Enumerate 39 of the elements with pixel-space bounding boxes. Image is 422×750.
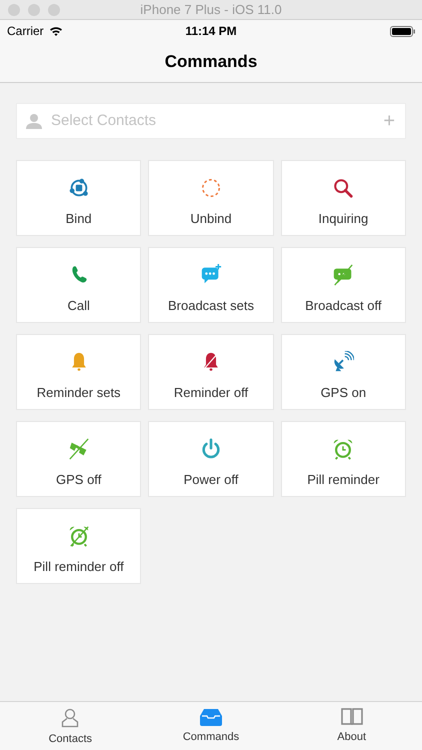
status-time: 11:14 PM bbox=[185, 23, 237, 40]
command-tile[interactable]: Reminder off bbox=[148, 334, 274, 410]
wifi-icon bbox=[48, 26, 63, 36]
nav-title: Commands bbox=[164, 51, 258, 74]
command-tile[interactable]: Inquiring bbox=[280, 160, 406, 236]
command-tile[interactable]: GPS off bbox=[16, 421, 142, 497]
tab-bar-item[interactable]: Commands bbox=[140, 702, 282, 750]
network-icon bbox=[68, 177, 90, 199]
alarm-clock-icon bbox=[332, 438, 354, 460]
alarm-clock-off-icon bbox=[68, 525, 90, 547]
command-tile[interactable]: Reminder sets bbox=[16, 334, 142, 410]
satellite-off-icon bbox=[68, 438, 90, 460]
tab-bar-item[interactable]: Contacts bbox=[0, 702, 141, 750]
search-icon bbox=[332, 177, 354, 199]
command-tile[interactable]: Unbind bbox=[148, 160, 274, 236]
command-tile[interactable]: Power off bbox=[148, 421, 274, 497]
tab-bar-item[interactable]: About bbox=[281, 702, 422, 750]
battery-icon bbox=[390, 26, 415, 36]
person-outline-icon bbox=[60, 708, 80, 728]
window-close-button[interactable] bbox=[8, 4, 20, 16]
window-zoom-button[interactable] bbox=[48, 4, 60, 16]
command-tile[interactable]: Bind bbox=[16, 160, 142, 236]
satellite-dish-icon bbox=[332, 351, 354, 373]
tray-icon bbox=[200, 708, 222, 726]
window-title: iPhone 7 Plus - iOS 11.0 bbox=[140, 0, 282, 19]
command-tile[interactable]: GPS on bbox=[280, 334, 406, 410]
person-icon bbox=[26, 113, 42, 129]
chat-plus-icon bbox=[200, 264, 222, 286]
command-tile[interactable]: Broadcast sets bbox=[148, 247, 274, 323]
power-icon bbox=[200, 438, 222, 460]
book-icon bbox=[340, 708, 363, 726]
command-tile[interactable]: Call bbox=[16, 247, 142, 323]
window-minimize-button[interactable] bbox=[28, 4, 40, 16]
dashed-circle-icon bbox=[200, 177, 222, 199]
command-tile[interactable]: Broadcast off bbox=[280, 247, 406, 323]
chat-off-icon bbox=[332, 264, 354, 286]
command-tile[interactable]: Pill reminder off bbox=[16, 508, 142, 584]
command-tile[interactable]: Pill reminder bbox=[280, 421, 406, 497]
carrier-label: Carrier bbox=[7, 23, 44, 40]
